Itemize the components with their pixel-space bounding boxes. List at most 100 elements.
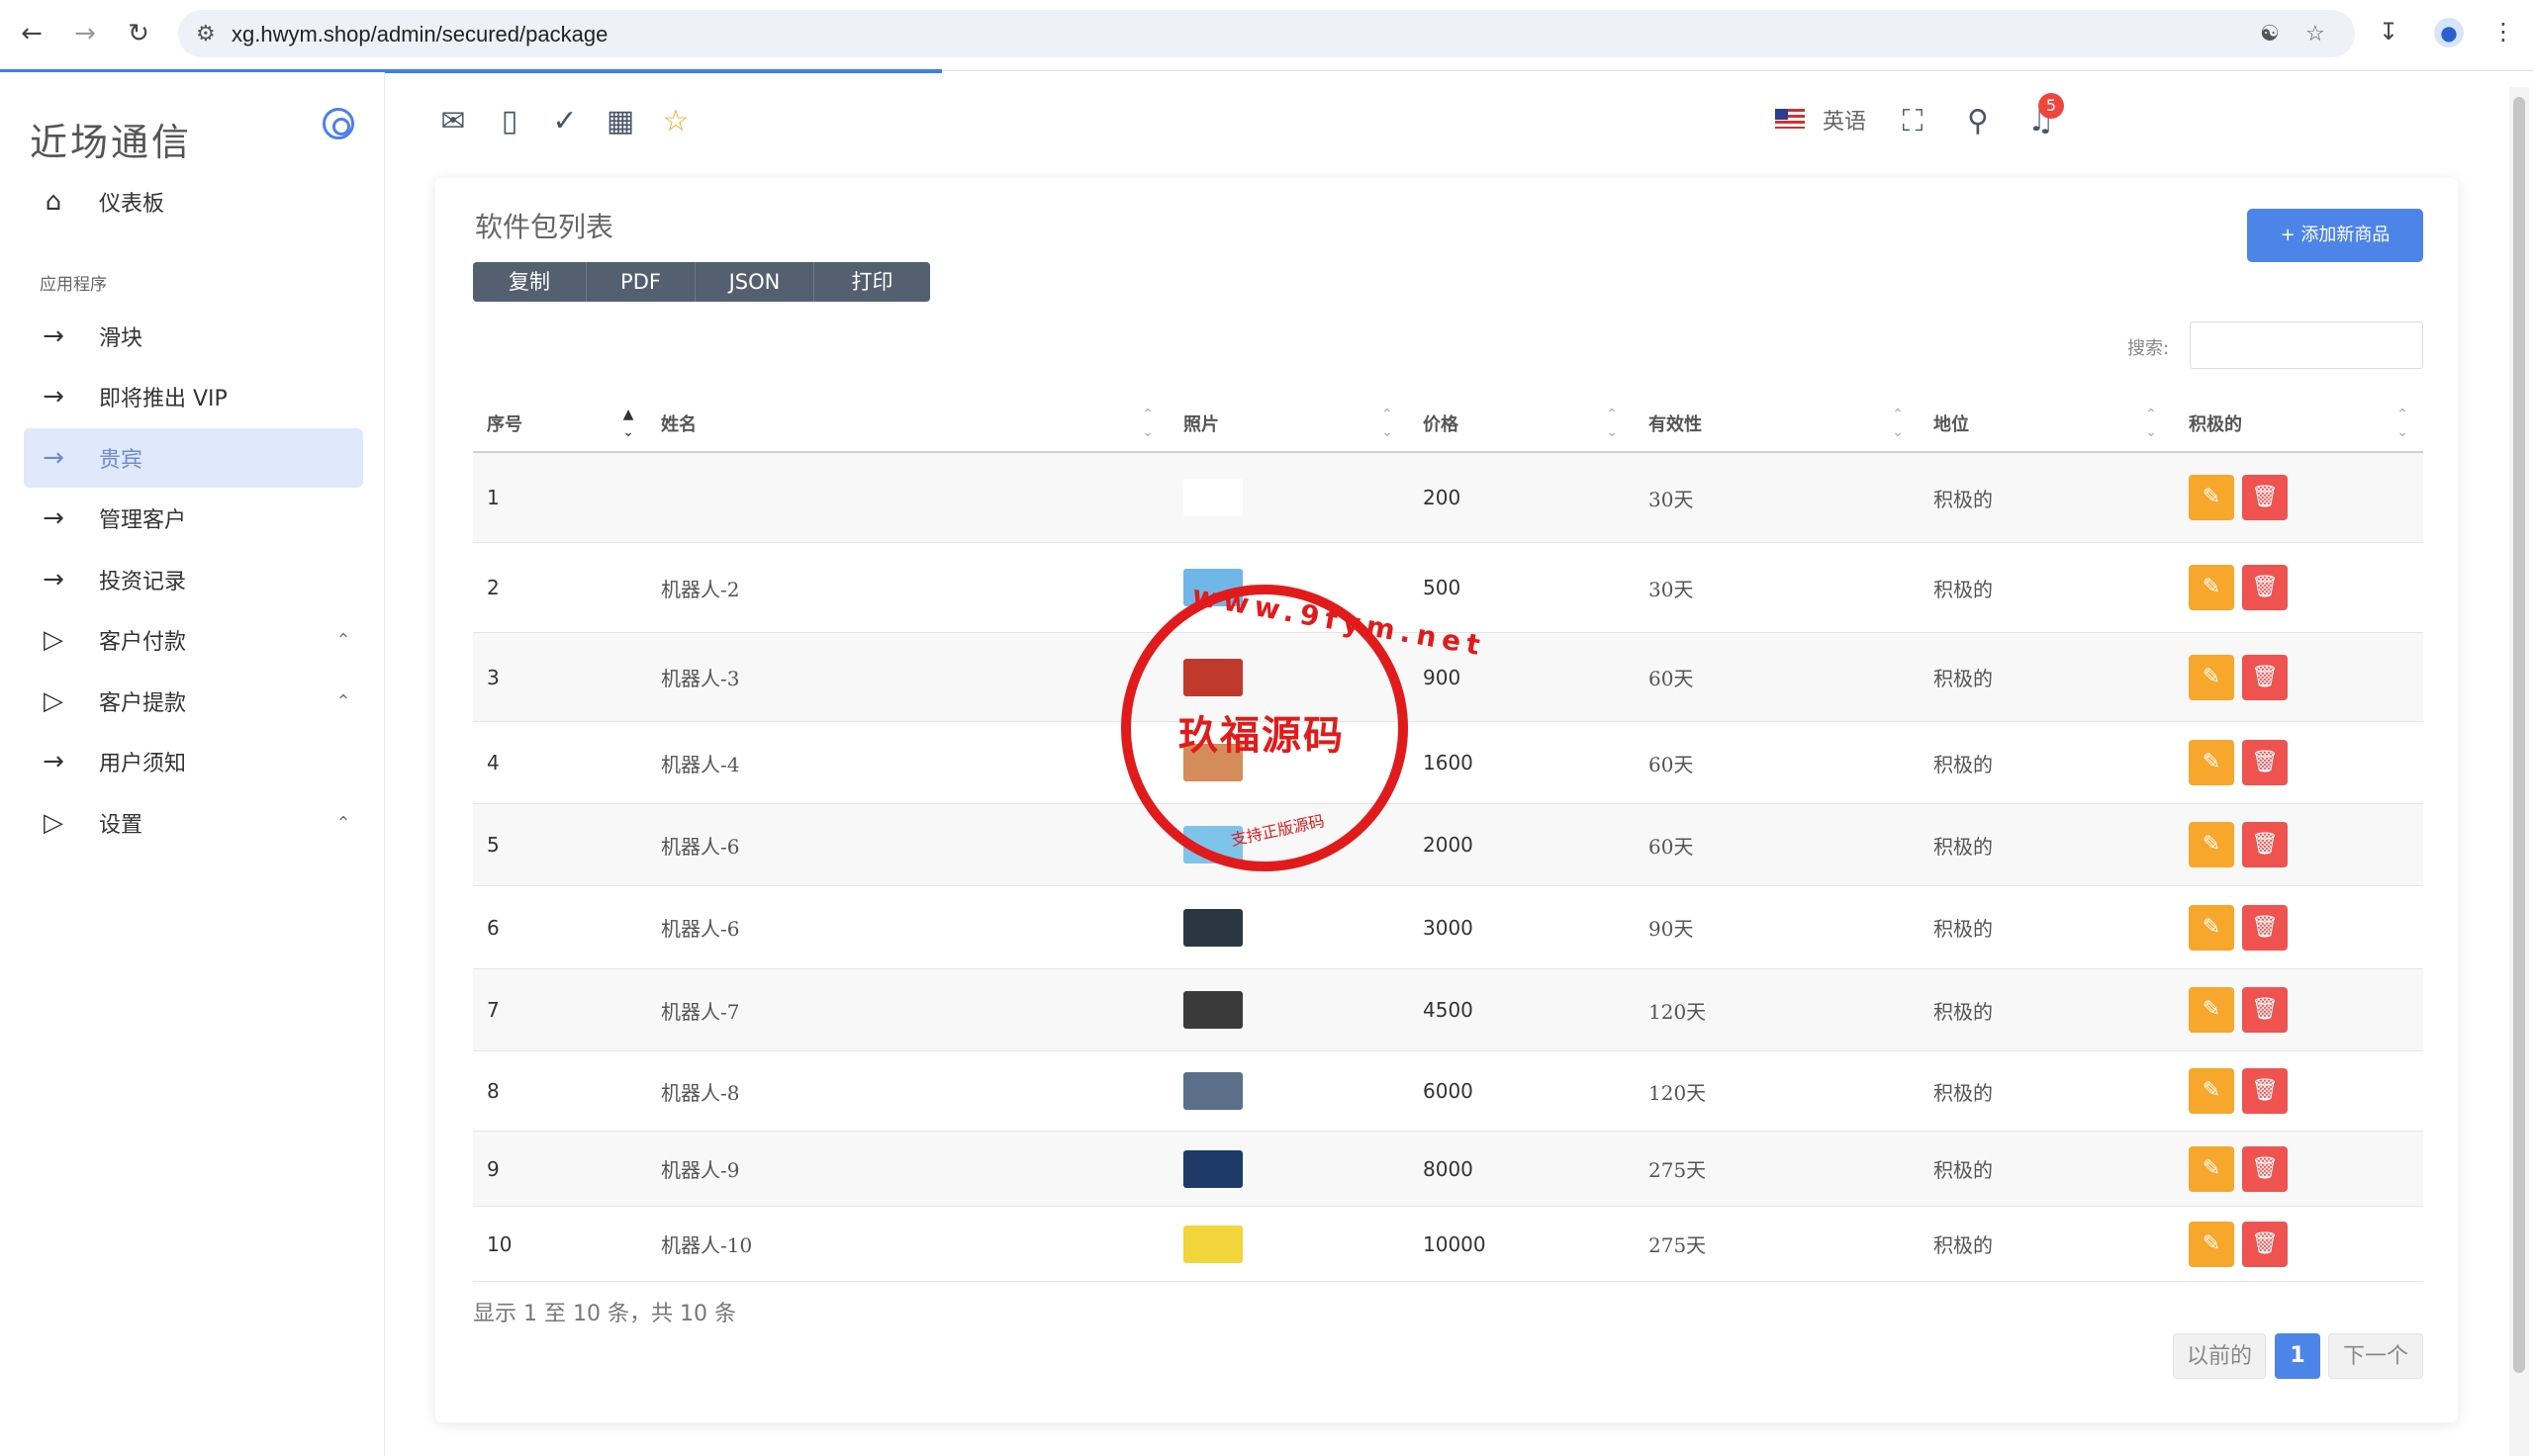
column-header-photo[interactable]: 照片 xyxy=(1183,398,1219,453)
sidebar-item-dashboard[interactable]: ⌂ 仪表板 xyxy=(24,172,363,231)
delete-button[interactable]: 🗑 xyxy=(2242,1221,2288,1267)
table-row: 4 机器人-4 1600 60天 积极的 ✎ 🗑 xyxy=(473,722,2423,804)
check-circle-icon[interactable]: ✓ xyxy=(548,105,582,138)
sort-icon[interactable]: ⌃ ⌄ xyxy=(1380,406,1394,441)
pagination-page-1[interactable]: 1 xyxy=(2275,1333,2320,1379)
edit-button[interactable]: ✎ xyxy=(2189,1145,2234,1192)
delete-button[interactable]: 🗑 xyxy=(2242,1145,2288,1192)
site-info-icon[interactable]: ⚙ xyxy=(196,22,216,46)
us-flag-icon[interactable] xyxy=(1775,109,1805,129)
sidebar-item-label: 即将推出 VIP xyxy=(99,387,228,411)
sidebar-item-customer-payments[interactable]: ▷ 客户付款 ⌃ xyxy=(24,610,363,670)
calendar-icon[interactable]: ▦ xyxy=(604,105,637,138)
sidebar-item-investments[interactable]: → 投资记录 xyxy=(24,550,363,609)
bookmark-star-icon[interactable]: ☆ xyxy=(2305,22,2325,46)
row-price: 500 xyxy=(1423,576,1461,599)
edit-button[interactable]: ✎ xyxy=(2189,740,2234,785)
sidebar-item-upcoming-vip[interactable]: → 即将推出 VIP xyxy=(24,367,363,426)
row-number: 1 xyxy=(487,486,500,509)
row-price: 6000 xyxy=(1423,1079,1473,1103)
translate-icon[interactable]: ☯ xyxy=(2260,22,2280,46)
sidebar-item-label: 用户须知 xyxy=(99,752,187,776)
column-header-status[interactable]: 地位 xyxy=(1933,398,1969,453)
sort-asc-icon[interactable]: ▲ ⌄ xyxy=(621,406,635,441)
page-scrollbar[interactable] xyxy=(2509,87,2529,1456)
sidebar-toggle-icon[interactable] xyxy=(323,108,354,139)
play-triangle-icon: ▷ xyxy=(44,808,63,838)
edit-button[interactable]: ✎ xyxy=(2189,904,2234,951)
row-photo-cell xyxy=(1183,1132,1243,1206)
reload-icon[interactable]: ↻ xyxy=(123,18,154,49)
column-header-actions[interactable]: 积极的 xyxy=(2189,398,2242,453)
row-status: 积极的 xyxy=(1933,999,1993,1024)
column-header-validity[interactable]: 有效性 xyxy=(1648,398,1702,453)
delete-button[interactable]: 🗑 xyxy=(2242,987,2288,1033)
sort-icon[interactable]: ⌃ ⌄ xyxy=(1891,406,1905,441)
fullscreen-icon[interactable]: ⛶ xyxy=(1896,105,1929,138)
forward-icon[interactable]: → xyxy=(69,18,101,49)
back-icon[interactable]: ← xyxy=(16,18,47,49)
sort-icon[interactable]: ⌃ ⌄ xyxy=(1605,406,1619,441)
edit-button[interactable]: ✎ xyxy=(2189,1068,2234,1114)
copy-button[interactable]: 复制 xyxy=(473,262,587,302)
row-status: 积极的 xyxy=(1933,1158,1993,1182)
notification-badge: 5 xyxy=(2038,93,2064,119)
edit-button[interactable]: ✎ xyxy=(2189,475,2234,520)
robot-photo xyxy=(1183,479,1243,516)
sidebar-item-user-notice[interactable]: → 用户须知 xyxy=(24,732,363,791)
edit-button[interactable]: ✎ xyxy=(2189,565,2234,610)
row-validity: 30天 xyxy=(1648,487,1694,511)
package-list-card: 软件包列表 + 添加新商品 复制 PDF JSON 打印 搜索: 序号 ▲ ⌄ 姓… xyxy=(435,178,2458,1422)
search-input[interactable] xyxy=(2190,321,2423,369)
delete-button[interactable]: 🗑 xyxy=(2242,475,2288,520)
add-product-button[interactable]: + 添加新商品 xyxy=(2247,209,2423,262)
menu-dots-icon[interactable]: ⋮ xyxy=(2491,18,2515,46)
delete-button[interactable]: 🗑 xyxy=(2242,822,2288,867)
sort-icon[interactable]: ⌃ ⌄ xyxy=(2395,406,2409,441)
chat-icon[interactable]: ▯ xyxy=(493,105,526,138)
print-button[interactable]: 打印 xyxy=(814,262,930,302)
delete-button[interactable]: 🗑 xyxy=(2242,904,2288,951)
delete-button[interactable]: 🗑 xyxy=(2242,740,2288,785)
table-header: 序号 ▲ ⌄ 姓名 ⌃ ⌄ 照片 ⌃ ⌄ 价格 ⌃ ⌄ 有效性 ⌃ ⌄ 地位 ⌃ ⌄ 积极的… xyxy=(473,398,2423,453)
robot-photo xyxy=(1183,1149,1243,1188)
browser-toolbar: ← → ↻ ⚙ xg.hwym.shop/admin/secured/packa… xyxy=(0,0,2533,73)
sidebar-item-customer-withdrawals[interactable]: ▷ 客户提款 ⌃ xyxy=(24,672,363,731)
edit-button[interactable]: ✎ xyxy=(2189,654,2234,700)
sort-icon[interactable]: ⌃ ⌄ xyxy=(2144,406,2158,441)
table-row: 9 机器人-9 8000 275天 积极的 ✎ 🗑 xyxy=(473,1132,2423,1207)
sidebar-item-settings[interactable]: ▷ 设置 ⌃ xyxy=(24,793,363,853)
row-actions: ✎ 🗑 xyxy=(2189,722,2288,803)
download-icon[interactable]: ↧ xyxy=(2379,18,2398,46)
pdf-button[interactable]: PDF xyxy=(587,262,696,302)
sort-icon[interactable]: ⌃ ⌄ xyxy=(1141,406,1155,441)
sidebar-item-vip[interactable]: → 贵宾 xyxy=(24,428,363,488)
row-status: 积极的 xyxy=(1933,1233,1993,1257)
pagination-previous[interactable]: 以前的 xyxy=(2173,1333,2266,1379)
sidebar-item-label: 仪表板 xyxy=(99,192,165,217)
profile-icon[interactable]: ● xyxy=(2434,18,2464,47)
row-number: 3 xyxy=(487,665,500,689)
column-header-name[interactable]: 姓名 xyxy=(661,398,697,453)
edit-button[interactable]: ✎ xyxy=(2189,987,2234,1033)
star-icon[interactable]: ☆ xyxy=(659,105,693,138)
address-bar[interactable]: ⚙ xg.hwym.shop/admin/secured/package ☯ ☆ xyxy=(178,10,2355,57)
mail-icon[interactable]: ✉ xyxy=(436,105,470,138)
delete-button[interactable]: 🗑 xyxy=(2242,654,2288,700)
pagination-next[interactable]: 下一个 xyxy=(2328,1333,2423,1379)
edit-button[interactable]: ✎ xyxy=(2189,822,2234,867)
scrollbar-thumb[interactable] xyxy=(2513,97,2525,1373)
json-button[interactable]: JSON xyxy=(696,262,814,302)
sidebar-item-slider[interactable]: → 滑块 xyxy=(24,307,363,366)
delete-button[interactable]: 🗑 xyxy=(2242,565,2288,610)
edit-button[interactable]: ✎ xyxy=(2189,1221,2234,1267)
delete-button[interactable]: 🗑 xyxy=(2242,1068,2288,1114)
play-triangle-icon: ▷ xyxy=(44,625,63,655)
language-selector[interactable]: 英语 xyxy=(1823,104,1866,136)
column-header-price[interactable]: 价格 xyxy=(1423,398,1458,453)
sidebar-item-manage-customers[interactable]: → 管理客户 xyxy=(24,489,363,548)
row-validity: 120天 xyxy=(1648,999,1707,1024)
sidebar-item-label: 客户提款 xyxy=(99,691,187,716)
column-header-no[interactable]: 序号 xyxy=(487,398,522,453)
search-icon[interactable]: ⚲ xyxy=(1961,105,1995,138)
